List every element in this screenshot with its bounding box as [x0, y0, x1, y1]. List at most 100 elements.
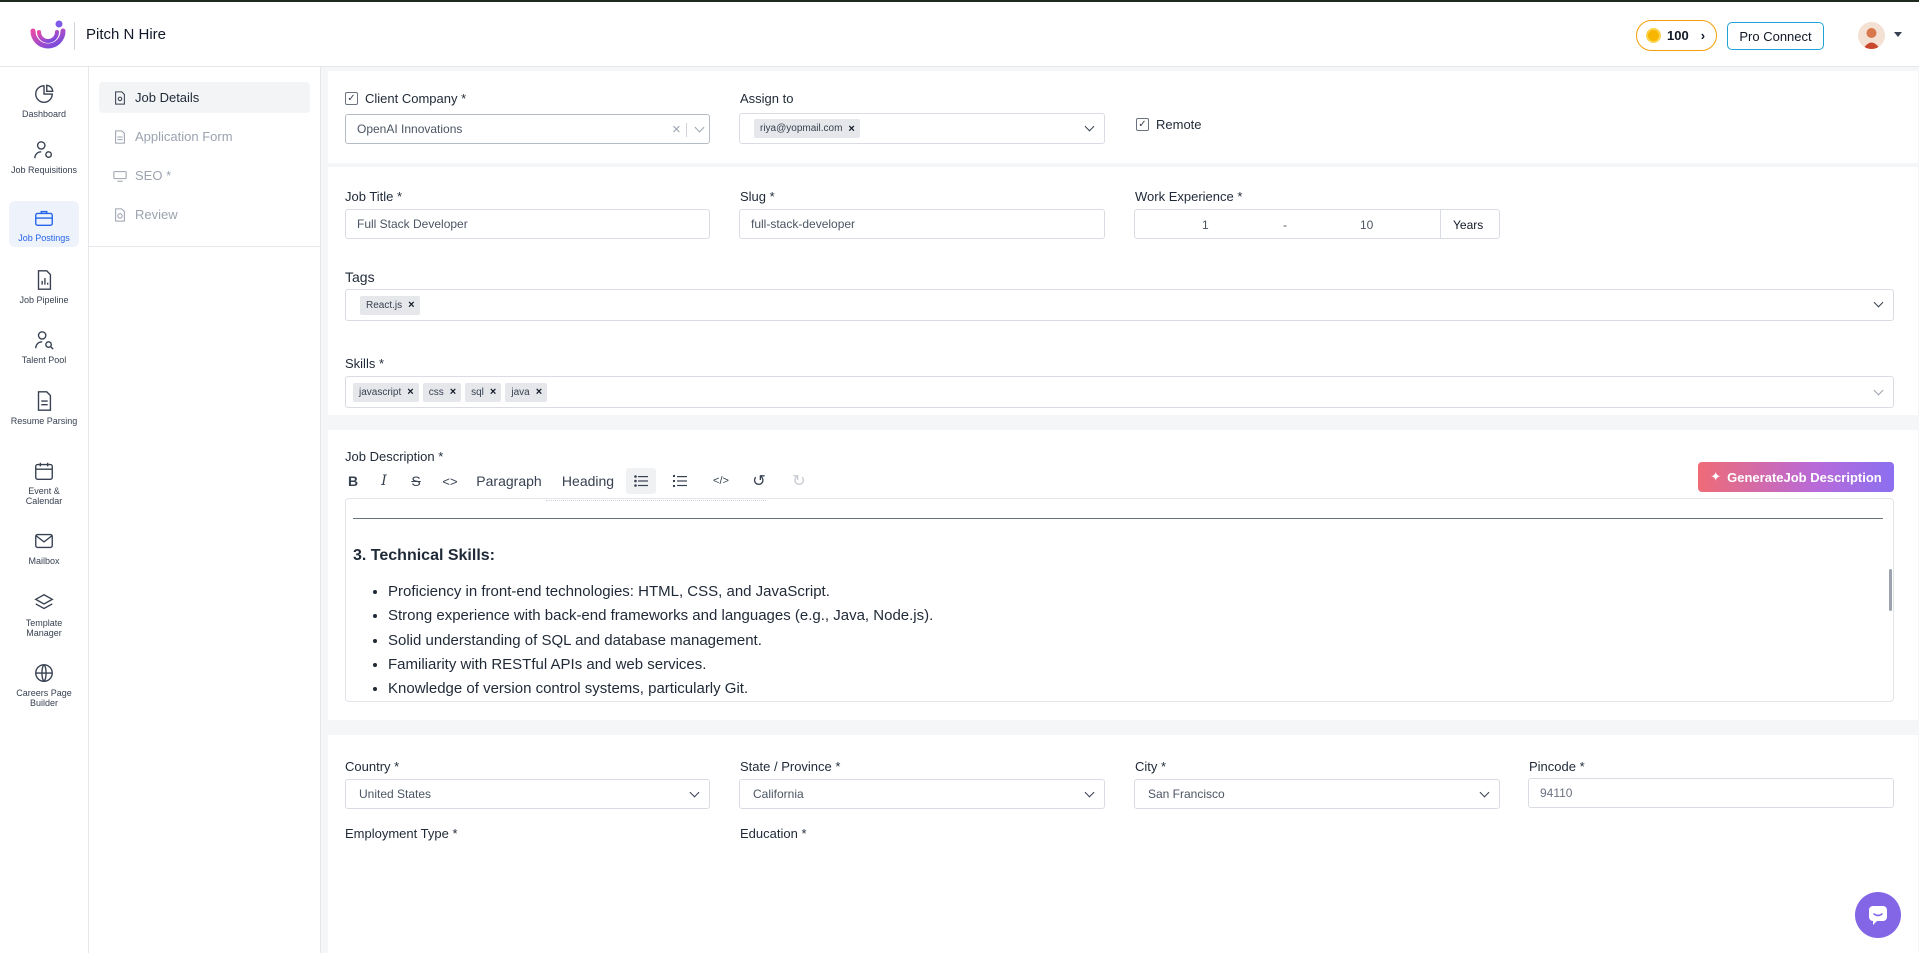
sidebar-item-job-requisitions[interactable]: Job Requisitions	[9, 139, 79, 189]
experience-max-input[interactable]: 10	[1360, 218, 1373, 232]
chevron-down-icon[interactable]	[1084, 121, 1095, 132]
state-select[interactable]: California	[739, 779, 1105, 809]
city-select[interactable]: San Francisco	[1134, 779, 1500, 809]
assignee-email: riya@yopmail.com	[760, 123, 843, 134]
client-company-checkbox[interactable]: ✓	[345, 92, 358, 105]
sidebar-item-mailbox[interactable]: Mailbox	[9, 530, 79, 570]
chevron-down-icon[interactable]	[689, 787, 700, 798]
job-description-editor[interactable]: 3. Technical Skills: Proficiency in fron…	[345, 498, 1894, 702]
work-experience-label: Work Experience *	[1135, 189, 1242, 204]
state-label-text: State / Province	[740, 759, 832, 774]
remove-chip-icon[interactable]: ×	[407, 386, 413, 398]
user-search-icon	[35, 331, 54, 350]
pincode-label-text: Pincode	[1529, 759, 1576, 774]
bold-button[interactable]: B	[345, 468, 361, 494]
step-review[interactable]: Review	[99, 199, 310, 230]
employment-type-label-text: Employment Type	[345, 826, 449, 841]
avatar-caret-icon[interactable]	[1894, 32, 1902, 37]
sidebar-label: Dashboard	[21, 109, 67, 119]
coins-balance-button[interactable]: 100 ›	[1636, 20, 1717, 51]
remove-chip-icon[interactable]: ×	[536, 386, 542, 398]
avatar[interactable]	[1858, 22, 1885, 49]
chevron-right-icon: ›	[1700, 28, 1706, 43]
job-title-input[interactable]: Full Stack Developer	[345, 209, 710, 239]
paragraph-button[interactable]: Paragraph	[474, 468, 544, 494]
redo-button[interactable]: ↻	[789, 468, 809, 494]
strikethrough-button[interactable]: S	[408, 468, 424, 494]
remove-chip-icon[interactable]: ×	[490, 386, 496, 398]
chat-bubble-icon	[1869, 906, 1887, 925]
chat-support-button[interactable]	[1855, 892, 1901, 938]
slug-input[interactable]: full-stack-developer	[739, 209, 1105, 239]
clear-icon[interactable]: ×	[672, 121, 681, 138]
sidebar-item-talent-pool[interactable]: Talent Pool	[9, 329, 79, 369]
bullet-list-button[interactable]	[626, 468, 656, 494]
sidebar-item-job-pipeline[interactable]: Job Pipeline	[9, 269, 79, 309]
coins-count: 100	[1667, 28, 1689, 43]
experience-min-input[interactable]: 1	[1202, 218, 1209, 232]
chevron-down-icon[interactable]	[694, 122, 705, 133]
chevron-down-icon[interactable]	[1873, 297, 1884, 308]
editor-heading: 3. Technical Skills:	[353, 547, 495, 564]
ordered-list-button[interactable]	[668, 468, 692, 494]
sidebar-item-dashboard[interactable]: Dashboard	[9, 83, 79, 123]
chevron-down-icon[interactable]	[1084, 787, 1095, 798]
remove-chip-icon[interactable]: ×	[848, 123, 854, 135]
step-job-details[interactable]: Job Details	[99, 82, 310, 113]
remote-label: Remote	[1156, 117, 1202, 132]
file-chart-icon	[37, 270, 52, 290]
generate-description-label: GenerateJob Description	[1727, 469, 1882, 485]
assign-to-select[interactable]: riya@yopmail.com ×	[739, 113, 1105, 144]
city-label: City *	[1135, 759, 1166, 774]
pro-connect-button[interactable]: Pro Connect	[1727, 22, 1824, 50]
skill-text: css	[428, 386, 444, 398]
chevron-down-icon[interactable]	[1479, 787, 1490, 798]
main-sidebar: Dashboard Job Requisitions Job Postings …	[0, 67, 89, 953]
layers-icon	[34, 593, 54, 610]
heading-button[interactable]: Heading	[559, 468, 617, 494]
remove-chip-icon[interactable]: ×	[408, 299, 414, 311]
sidebar-item-resume-parsing[interactable]: Resume Parsing	[9, 390, 79, 440]
assignee-chip: riya@yopmail.com ×	[754, 119, 860, 138]
list-item: Knowledge of version control systems, pa…	[388, 678, 933, 701]
ordered-list-icon	[673, 475, 687, 487]
skills-select[interactable]: javascript × css × sql × java ×	[345, 376, 1894, 408]
pie-chart-icon	[35, 84, 54, 103]
sidebar-item-job-postings[interactable]: Job Postings	[9, 201, 79, 247]
app-name: Pitch N Hire	[86, 26, 167, 43]
sidebar-item-template-manager[interactable]: Template Manager	[9, 592, 79, 642]
required-mark: *	[394, 759, 400, 774]
chevron-down-icon[interactable]	[1873, 385, 1884, 396]
job-description-label: Job Description *	[345, 449, 443, 464]
pincode-input[interactable]: 94110	[1528, 778, 1894, 808]
skill-chip: javascript ×	[353, 382, 419, 402]
italic-button[interactable]: I	[376, 468, 392, 494]
city-label-text: City	[1135, 759, 1158, 774]
remove-chip-icon[interactable]: ×	[450, 386, 456, 398]
generate-description-button[interactable]: ✦ GenerateJob Description	[1698, 462, 1894, 492]
undo-button[interactable]: ↺	[749, 468, 769, 494]
skill-text: java	[511, 386, 530, 398]
inline-code-button[interactable]: <>	[439, 468, 461, 494]
remote-checkbox[interactable]: ✓	[1136, 118, 1149, 131]
skill-chip: sql ×	[465, 382, 502, 402]
client-company-select[interactable]: OpenAI Innovations ×	[345, 114, 710, 144]
city-value: San Francisco	[1148, 787, 1225, 801]
tags-select[interactable]: React.js ×	[345, 289, 1894, 321]
code-block-button[interactable]: </>	[709, 468, 733, 494]
country-value: United States	[359, 787, 432, 801]
editor-scrollbar[interactable]	[1889, 569, 1892, 611]
skill-text: sql	[471, 386, 484, 398]
sidebar-label: Job Pipeline	[19, 295, 69, 305]
country-select[interactable]: United States	[345, 779, 710, 809]
step-application-form[interactable]: Application Form	[99, 121, 310, 152]
required-mark: *	[397, 189, 403, 204]
job-details-form: ✓ Client Company * OpenAI Innovations × …	[321, 67, 1919, 953]
state-label: State / Province *	[740, 759, 840, 774]
app-logo-icon[interactable]	[28, 19, 68, 53]
sidebar-item-event-calendar[interactable]: Event & Calendar	[9, 460, 79, 510]
tag-text: React.js	[366, 299, 403, 311]
step-seo[interactable]: SEO *	[99, 160, 310, 191]
sidebar-label: Job Postings	[18, 233, 70, 243]
sidebar-item-careers-page-builder[interactable]: Careers Page Builder	[9, 662, 79, 712]
